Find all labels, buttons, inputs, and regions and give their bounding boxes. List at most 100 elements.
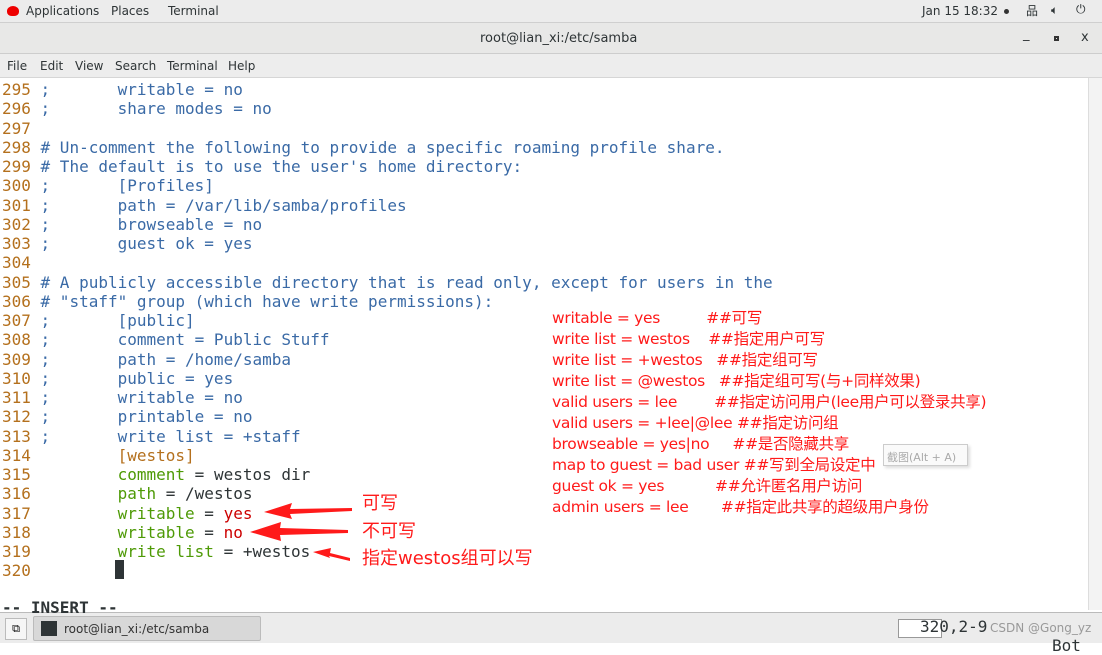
line-number: 303 bbox=[2, 234, 31, 253]
line-number: 300 bbox=[2, 176, 31, 196]
code-line: 300 ; [Profiles] bbox=[2, 176, 214, 195]
annotation-note: browseable = yes|no ##是否隐藏共享 bbox=[552, 435, 849, 453]
maximize-button[interactable] bbox=[1054, 36, 1059, 41]
minimize-button[interactable]: _ bbox=[1023, 27, 1030, 42]
line-number: 306 bbox=[2, 291, 31, 311]
label-group-writable: 指定westos组可以写 bbox=[362, 548, 533, 569]
close-button[interactable]: x bbox=[1081, 30, 1089, 45]
line-number: 305 bbox=[2, 272, 31, 292]
code-line: 304 bbox=[2, 253, 31, 272]
code-line: 307 ; [public] bbox=[2, 311, 195, 330]
terminal-icon bbox=[41, 621, 57, 636]
line-number: 308 bbox=[2, 330, 31, 350]
window-title: root@lian_xi:/etc/samba bbox=[480, 31, 638, 46]
power-icon[interactable]: ⏻ bbox=[1076, 2, 1086, 17]
scrollbar[interactable] bbox=[1088, 78, 1102, 610]
code-line: 305 # A publicly accessible directory th… bbox=[2, 273, 773, 292]
code-token: ; writable = no bbox=[30, 80, 243, 99]
menu-file[interactable]: File bbox=[7, 59, 27, 73]
line-number: 304 bbox=[2, 253, 31, 273]
annotation-note: valid users = lee ##指定访问用户(lee用户可以登录共享) bbox=[552, 393, 987, 411]
code-token: ; [Profiles] bbox=[30, 176, 214, 196]
line-number: 309 bbox=[2, 349, 31, 369]
line-number: 301 bbox=[2, 195, 31, 215]
menu-search[interactable]: Search bbox=[115, 59, 156, 73]
screenshot-tooltip: 截图(Alt + A) bbox=[883, 444, 968, 466]
code-token: ; printable = no bbox=[30, 407, 253, 427]
code-line: 299 # The default is to use the user's h… bbox=[2, 157, 522, 176]
taskbar-window-terminal[interactable]: root@lian_xi:/etc/samba bbox=[33, 616, 261, 641]
top-panel: Applications Places Terminal Jan 15 18:3… bbox=[0, 0, 1102, 23]
code-token: ; comment = Public Stuff bbox=[30, 330, 330, 350]
code-token: ; path = /home/samba bbox=[30, 349, 291, 369]
line-number: 314 bbox=[2, 445, 31, 465]
network-icon[interactable]: 品 bbox=[1026, 2, 1038, 19]
menu-help[interactable]: Help bbox=[228, 59, 255, 73]
code-token: # Un-comment the following to provide a … bbox=[30, 137, 725, 157]
vim-status-line: -- INSERT -- 320,2-9 Bot bbox=[2, 579, 1082, 655]
code-line: 303 ; guest ok = yes bbox=[2, 234, 252, 253]
code-token: yes bbox=[223, 503, 253, 523]
window-titlebar: root@lian_xi:/etc/samba _ x bbox=[0, 23, 1102, 54]
insert-mode: -- INSERT -- bbox=[2, 598, 118, 617]
line-number: 302 bbox=[2, 214, 31, 234]
notification-dot-icon bbox=[1004, 9, 1009, 14]
code-line: 301 ; path = /var/lib/samba/profiles bbox=[2, 196, 407, 215]
code-line: 298 # Un-comment the following to provid… bbox=[2, 138, 724, 157]
menu-view[interactable]: View bbox=[75, 59, 103, 73]
label-writable: 可写 bbox=[362, 493, 398, 514]
code-line: 295 ; writable = no bbox=[2, 80, 243, 99]
annotation-note: write list = @westos ##指定组可写(与+同样效果) bbox=[552, 372, 921, 390]
places-menu[interactable]: Places bbox=[111, 4, 149, 18]
redhat-logo-icon bbox=[7, 6, 19, 16]
code-token: = bbox=[194, 503, 224, 523]
line-number: 297 bbox=[2, 118, 31, 138]
code-token: # The default is to use the user's home … bbox=[30, 157, 523, 176]
code-token: writable bbox=[117, 522, 195, 542]
code-line: 315 comment = westos dir bbox=[2, 465, 310, 484]
code-token: = +westos bbox=[213, 542, 311, 561]
code-line: 312 ; printable = no bbox=[2, 407, 252, 426]
line-number: 312 bbox=[2, 407, 31, 427]
code-line: 318 writable = no bbox=[2, 523, 243, 542]
code-token: writable bbox=[117, 503, 195, 523]
scroll-position: Bot bbox=[1052, 636, 1081, 655]
code-line: 297 bbox=[2, 119, 31, 138]
annotation-note: admin users = lee ##指定此共享的超级用户身份 bbox=[552, 498, 929, 516]
menu-terminal[interactable]: Terminal bbox=[167, 59, 218, 73]
line-number: 318 bbox=[2, 522, 31, 542]
taskbar-window-label: root@lian_xi:/etc/samba bbox=[64, 622, 210, 636]
code-token: # "staff" group (which have write permis… bbox=[30, 291, 494, 311]
terminal-menu[interactable]: Terminal bbox=[168, 4, 219, 18]
line-number: 316 bbox=[2, 484, 31, 504]
code-token: = westos dir bbox=[185, 465, 311, 484]
code-token: ; share modes = no bbox=[30, 99, 272, 119]
code-line: 320 bbox=[2, 561, 31, 580]
code-token: ; write list = +staff bbox=[30, 426, 301, 446]
applications-menu[interactable]: Applications bbox=[26, 4, 99, 18]
code-line: 316 path = /westos bbox=[2, 484, 252, 503]
label-not-writable: 不可写 bbox=[362, 521, 416, 542]
code-token: = /westos bbox=[156, 484, 253, 504]
code-token: ; guest ok = yes bbox=[30, 234, 253, 253]
menu-edit[interactable]: Edit bbox=[40, 59, 63, 73]
line-number: 296 bbox=[2, 99, 31, 119]
code-token: path bbox=[117, 484, 157, 504]
annotation-note: valid users = +lee|@lee ##指定访问组 bbox=[552, 414, 839, 432]
code-line: 311 ; writable = no bbox=[2, 388, 243, 407]
code-token: comment bbox=[117, 465, 186, 484]
code-line: 313 ; write list = +staff bbox=[2, 427, 301, 446]
code-token: ; public = yes bbox=[30, 368, 234, 388]
text-cursor bbox=[115, 560, 124, 579]
annotation-note: map to guest = bad user ##写到全局设定中 bbox=[552, 456, 876, 474]
volume-icon[interactable]: 🔈︎ bbox=[1051, 3, 1058, 18]
code-token: ; writable = no bbox=[30, 388, 243, 407]
line-number: 295 bbox=[2, 80, 31, 99]
code-line: 306 # "staff" group (which have write pe… bbox=[2, 292, 493, 311]
code-line: 309 ; path = /home/samba bbox=[2, 350, 291, 369]
clock[interactable]: Jan 15 18:32 bbox=[922, 4, 998, 18]
